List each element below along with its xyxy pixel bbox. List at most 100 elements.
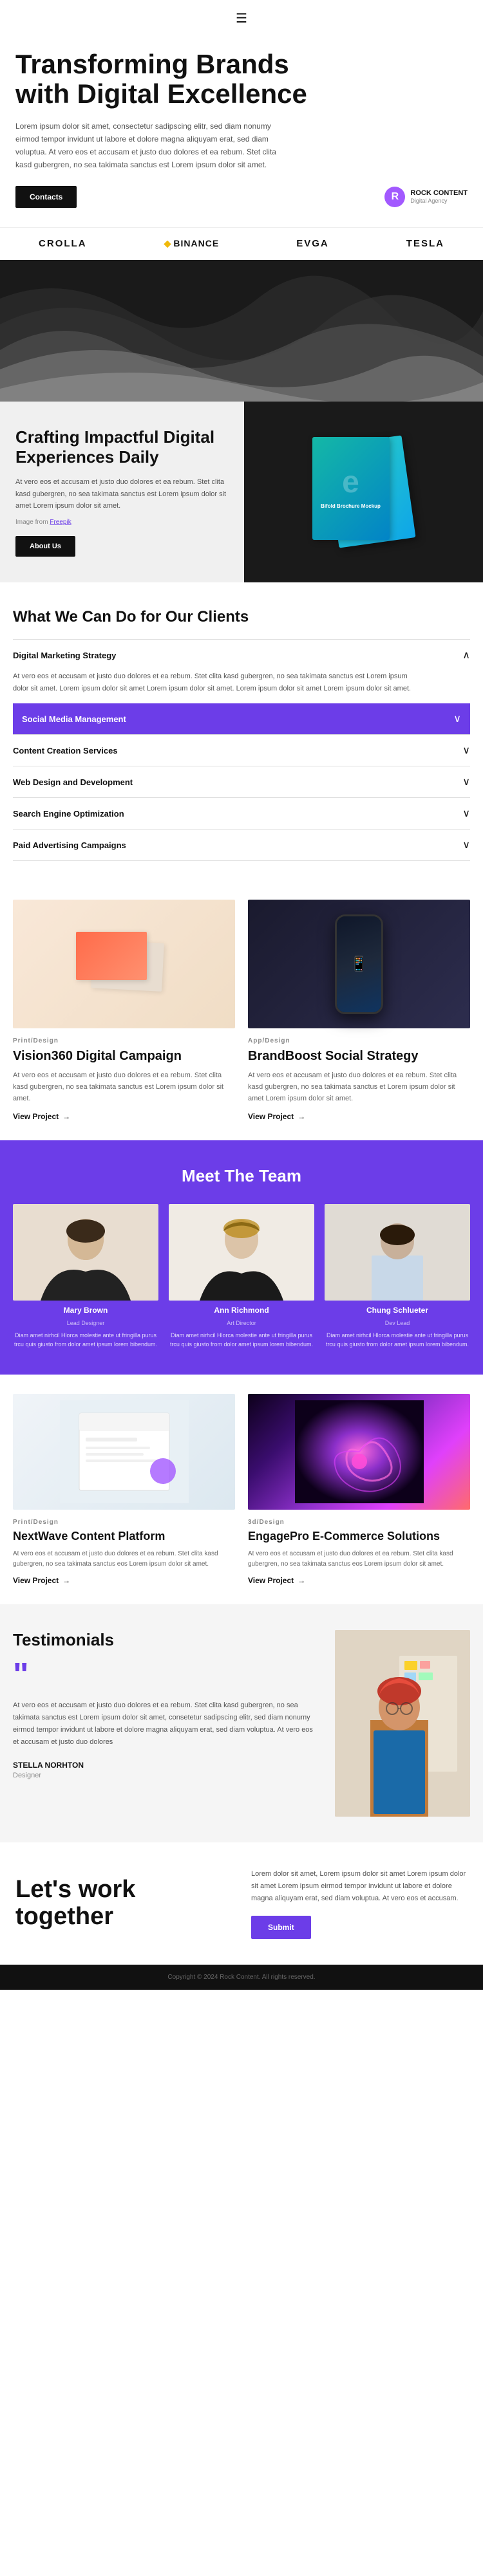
- team-role-ann: Art Director: [227, 1320, 256, 1326]
- brand-icon: R: [384, 187, 405, 207]
- project-title-brandboost: BrandBoost Social Strategy: [248, 1048, 470, 1064]
- footer-copyright: Copyright © 2024 Rock Content. All right…: [13, 1974, 470, 1981]
- brochure-mockup: e Bifold Brochure Mockup: [309, 431, 419, 553]
- about-title: Crafting Impactful Digital Experiences D…: [15, 427, 229, 467]
- cta-right: Lorem dolor sit amet, Lorem ipsum dolor …: [251, 1868, 468, 1939]
- project-tag-vision360: Print/Design: [13, 1037, 235, 1044]
- team-desc-ann: Diam amet nirhcil Hlorca molestie ante u…: [169, 1331, 314, 1349]
- service-item-content[interactable]: Content Creation Services ∨: [13, 734, 470, 766]
- service-item-digital-marketing[interactable]: Digital Marketing Strategy ∧ At vero eos…: [13, 639, 470, 703]
- team-avatar-mary: [13, 1204, 158, 1301]
- brochure-letter: e: [342, 467, 359, 498]
- brand-badge: R ROCK CONTENT Digital Agency: [384, 187, 468, 207]
- projects2-section: Print/Design NextWave Content Platform A…: [0, 1375, 483, 1604]
- contacts-button[interactable]: Contacts: [15, 186, 77, 208]
- project2-tag-engagepro: 3d/Design: [248, 1519, 470, 1526]
- testimonial-author: STELLA NORHTON: [13, 1761, 319, 1770]
- view-project-nextwave[interactable]: View Project→: [13, 1576, 235, 1585]
- brochure-title: Bifold Brochure Mockup: [314, 503, 387, 510]
- service-item-social-media[interactable]: Social Media Management ∨: [13, 703, 470, 734]
- project-desc-vision360: At vero eos et accusam et justo duo dolo…: [13, 1070, 235, 1104]
- team-avatar-ann: [169, 1204, 314, 1301]
- project2-desc-nextwave: At vero eos et accusam et justo duo dolo…: [13, 1549, 235, 1570]
- brand-name: ROCK CONTENT: [410, 189, 468, 198]
- cta-description: Lorem dolor sit amet, Lorem ipsum dolor …: [251, 1868, 468, 1905]
- project-title-vision360: Vision360 Digital Campaign: [13, 1048, 235, 1064]
- cta-left: Let's work together: [15, 1876, 232, 1931]
- project-card-brandboost: 📱 App/Design BrandBoost Social Strategy …: [248, 900, 470, 1121]
- hero-section: Transforming Brands with Digital Excelle…: [0, 37, 483, 227]
- hero-description: Lorem ipsum dolor sit amet, consectetur …: [15, 120, 292, 171]
- chevron-down-icon-content: ∨: [462, 744, 470, 757]
- about-section: Crafting Impactful Digital Experiences D…: [0, 402, 483, 582]
- team-name-chung: Chung Schlueter: [366, 1306, 428, 1315]
- service-item-seo[interactable]: Search Engine Optimization ∨: [13, 797, 470, 829]
- testimonials-section: Testimonials " At vero eos et accusam et…: [0, 1604, 483, 1842]
- service-name-social-media: Social Media Management: [22, 714, 126, 724]
- services-section: What We Can Do for Our Clients Digital M…: [0, 582, 483, 887]
- about-button[interactable]: About Us: [15, 536, 75, 557]
- project-image-print: [13, 900, 235, 1028]
- team-role-chung: Dev Lead: [385, 1320, 410, 1326]
- project-card-engagepro: 3d/Design EngagePro E-Commerce Solutions…: [248, 1394, 470, 1585]
- project-image-swirl: [248, 1394, 470, 1510]
- project-image-notepad: [13, 1394, 235, 1510]
- service-name-seo: Search Engine Optimization: [13, 809, 124, 819]
- hero-image: [0, 260, 483, 402]
- service-item-paid-ads[interactable]: Paid Advertising Campaigns ∨: [13, 829, 470, 861]
- services-title: What We Can Do for Our Clients: [13, 608, 470, 626]
- brand-sub: Digital Agency: [410, 198, 468, 204]
- view-project-brandboost[interactable]: View Project→: [248, 1112, 470, 1121]
- cta-title: Let's work together: [15, 1876, 232, 1931]
- hamburger-icon[interactable]: ☰: [236, 10, 247, 26]
- navigation: ☰: [0, 0, 483, 37]
- view-project-engagepro[interactable]: View Project→: [248, 1576, 470, 1585]
- team-section: Meet The Team Mary Brown Lead Designer D…: [0, 1140, 483, 1375]
- service-name-paid-ads: Paid Advertising Campaigns: [13, 840, 126, 850]
- testimonial-text: At vero eos et accusam et justo duo dolo…: [13, 1700, 319, 1749]
- project2-desc-engagepro: At vero eos et accusam et justo duo dolo…: [248, 1549, 470, 1570]
- footer: Copyright © 2024 Rock Content. All right…: [0, 1965, 483, 1990]
- team-name-ann: Ann Richmond: [214, 1306, 269, 1315]
- team-desc-chung: Diam amet nirhcil Hlorca molestie ante u…: [325, 1331, 470, 1349]
- testimonials-right: [335, 1630, 470, 1817]
- project2-tag-nextwave: Print/Design: [13, 1519, 235, 1526]
- team-card-chung: Chung Schlueter Dev Lead Diam amet nirhc…: [325, 1204, 470, 1349]
- service-item-web-design[interactable]: Web Design and Development ∨: [13, 766, 470, 797]
- team-card-mary: Mary Brown Lead Designer Diam amet nirhc…: [13, 1204, 158, 1349]
- logo-binance: ◆BINANCE: [164, 238, 220, 249]
- hero-title: Transforming Brands with Digital Excelle…: [15, 50, 312, 109]
- project-card-nextwave: Print/Design NextWave Content Platform A…: [13, 1394, 235, 1585]
- service-description-digital-marketing: At vero eos et accusam et justo duo dolo…: [13, 671, 425, 703]
- team-avatar-chung: [325, 1204, 470, 1301]
- testimonial-role: Designer: [13, 1772, 319, 1779]
- chevron-down-icon-paid: ∨: [462, 839, 470, 851]
- about-right: e Bifold Brochure Mockup: [244, 402, 483, 582]
- team-desc-mary: Diam amet nirhcil Hlorca molestie ante u…: [13, 1331, 158, 1349]
- quote-mark: ": [13, 1660, 319, 1691]
- logo-tesla: TESLA: [406, 238, 444, 249]
- testimonials-title: Testimonials: [13, 1630, 319, 1650]
- testimonials-left: Testimonials " At vero eos et accusam et…: [13, 1630, 319, 1817]
- cta-submit-button[interactable]: Submit: [251, 1916, 311, 1939]
- team-name-mary: Mary Brown: [64, 1306, 108, 1315]
- project-tag-brandboost: App/Design: [248, 1037, 470, 1044]
- logo-evga: EVGA: [296, 238, 329, 249]
- team-title: Meet The Team: [13, 1166, 470, 1186]
- project-image-phone: 📱: [248, 900, 470, 1028]
- project-card-vision360: Print/Design Vision360 Digital Campaign …: [13, 900, 235, 1121]
- about-description: At vero eos et accusam et justo duo dolo…: [15, 476, 229, 512]
- freepik-link[interactable]: Freepik: [50, 519, 71, 526]
- cta-section: Let's work together Lorem dolor sit amet…: [0, 1842, 483, 1965]
- service-name-digital-marketing: Digital Marketing Strategy: [13, 651, 116, 660]
- view-project-vision360[interactable]: View Project→: [13, 1112, 235, 1121]
- team-role-mary: Lead Designer: [67, 1320, 105, 1326]
- logo-crolla: CROLLA: [39, 238, 87, 249]
- service-name-web-design: Web Design and Development: [13, 777, 133, 787]
- projects-section: Print/Design Vision360 Digital Campaign …: [0, 887, 483, 1140]
- team-card-ann: Ann Richmond Art Director Diam amet nirh…: [169, 1204, 314, 1349]
- project-desc-brandboost: At vero eos et accusam et justo duo dolo…: [248, 1070, 470, 1104]
- chevron-down-icon-web: ∨: [462, 775, 470, 788]
- service-name-content: Content Creation Services: [13, 746, 118, 755]
- project2-title-engagepro: EngagePro E-Commerce Solutions: [248, 1530, 470, 1544]
